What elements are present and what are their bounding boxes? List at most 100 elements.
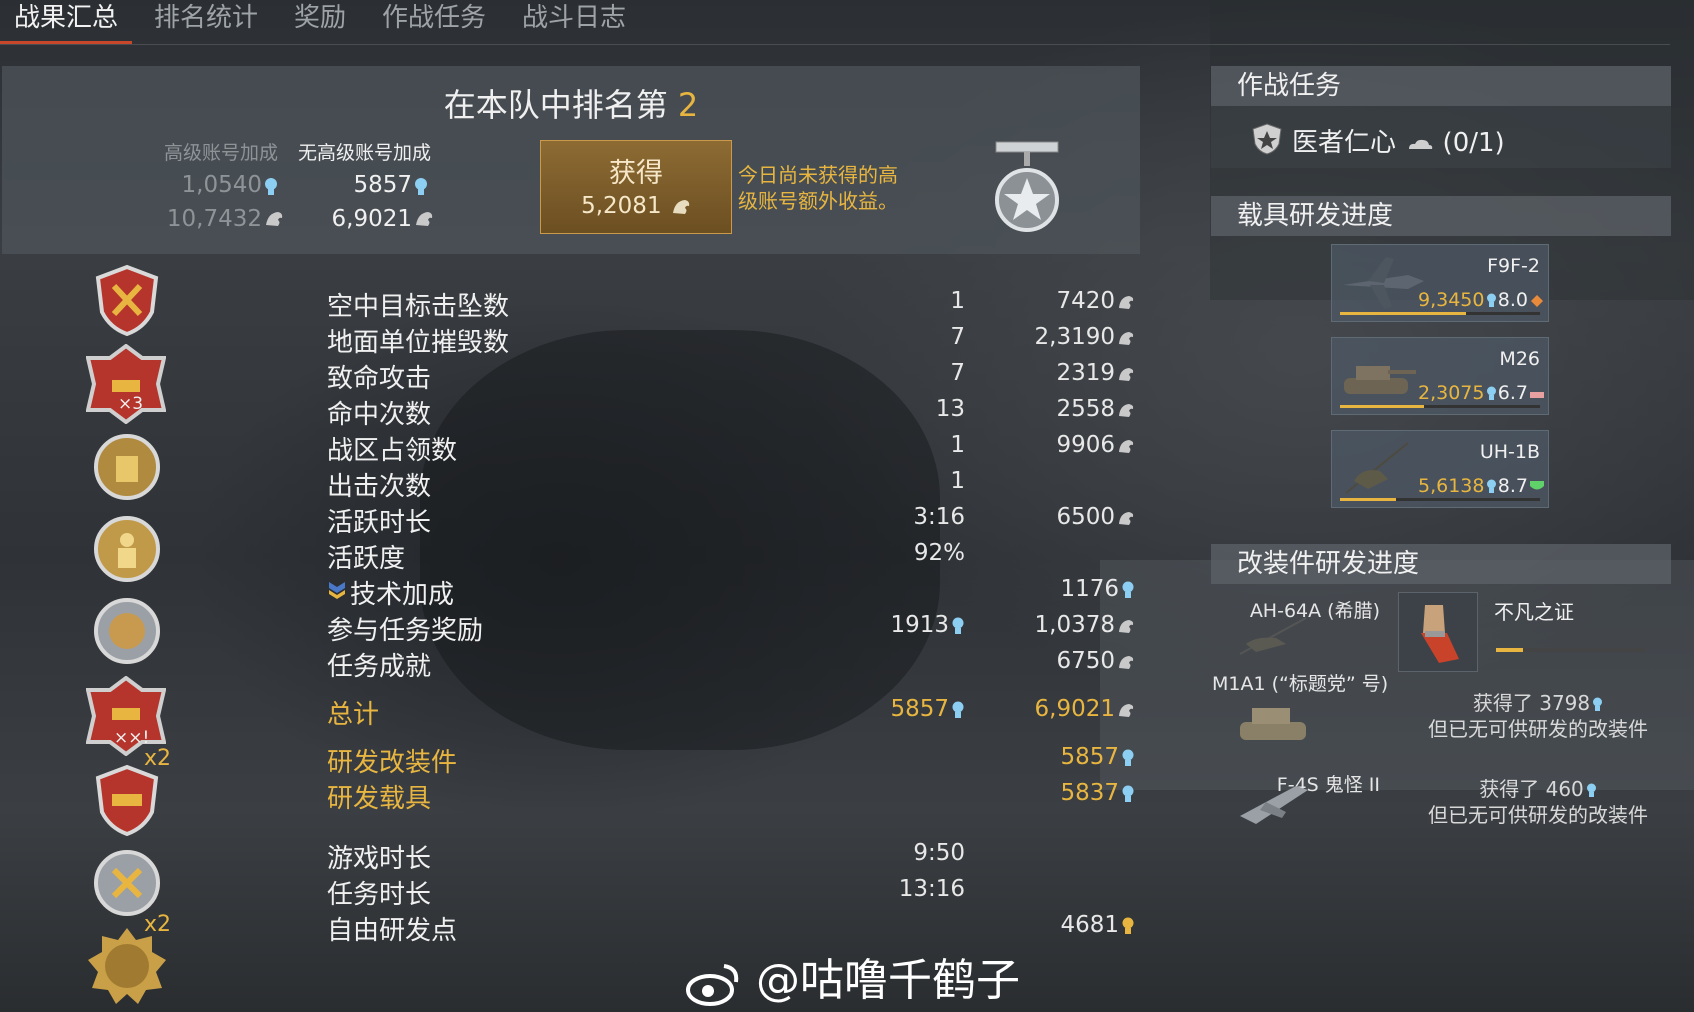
silver-lion-icon: [1119, 655, 1134, 669]
air-kill-medal-icon: [95, 264, 159, 336]
tab-summary[interactable]: 战果汇总: [0, 0, 133, 44]
mod-card[interactable]: [1398, 592, 1478, 672]
mod-name: 不凡之证: [1494, 600, 1574, 624]
vehicle-rp: 2,3075: [1418, 382, 1497, 404]
mission-medal-icon: [94, 598, 160, 664]
vehicle-progress-fill: [1340, 498, 1396, 501]
tab-rewards[interactable]: 奖励: [280, 0, 360, 44]
medal-multiplier: ×3: [118, 394, 144, 414]
obtain-premium-button[interactable]: 获得 5,2081: [540, 140, 732, 234]
vehicle-progress-bar: [1340, 498, 1540, 501]
time-value: 13:16: [898, 876, 965, 902]
capture-medal-icon: [94, 434, 160, 500]
stat-label: 致命攻击: [327, 364, 432, 394]
rp-bulb-icon: [415, 178, 427, 195]
stat-count: 1: [950, 432, 965, 458]
tab-battle-log[interactable]: 战斗日志: [508, 0, 640, 44]
helicopter-class-icon: [1530, 481, 1544, 490]
cloud-icon: [1409, 139, 1433, 149]
tank-icon: [1240, 708, 1306, 740]
rp-bulb-icon: [1593, 697, 1603, 711]
research-vehicle-value: 5837: [990, 780, 1135, 806]
silver-lion-icon: [1119, 619, 1134, 633]
time-label: 游戏时长: [327, 844, 432, 874]
free-rp-value: 4681: [990, 912, 1135, 938]
vehicle-br: 6.7: [1497, 382, 1528, 404]
rank-text: 在本队中排名第: [443, 86, 668, 124]
stat-reward: 6500: [990, 504, 1135, 530]
research-vehicle-label: 研发载具: [327, 784, 432, 814]
silver-lion-icon: [1119, 403, 1134, 417]
rp-bulb-icon: [1586, 783, 1596, 797]
stat-count: 3:16: [913, 504, 965, 530]
stat-label: 活跃度: [327, 544, 406, 574]
vehicle-br: 8.7: [1497, 475, 1528, 497]
vehicle-rp: 5,6138: [1418, 475, 1497, 497]
no-premium-sl: 6,9021: [331, 206, 412, 232]
silver-lion-icon: [1119, 703, 1134, 717]
premium-rp: 1,0540: [181, 172, 262, 198]
stat-label: 活跃时长: [327, 508, 432, 538]
rp-bulb-icon: [1487, 293, 1497, 307]
tab-missions[interactable]: 作战任务: [368, 0, 500, 44]
mods-title: 改装件研发进度: [1211, 544, 1671, 584]
jet-aircraft-icon: [1240, 786, 1308, 824]
watermark: @咕噜千鹤子: [682, 944, 1020, 1008]
vehicle-card-uh1b[interactable]: UH-1B 5,6138 8.7: [1331, 430, 1549, 508]
medal-multiplier: ××!: [114, 728, 150, 748]
stat-label: 地面单位摧毁数: [327, 328, 510, 358]
stat-reward: 6750: [990, 648, 1135, 674]
rp-bulb-icon: [952, 701, 964, 718]
stat-label: 空中目标击坠数: [327, 292, 510, 322]
mod-message-line: 但已无可供研发的改装件: [1428, 717, 1648, 741]
rank-medal-icon: [995, 141, 1059, 232]
mission-item[interactable]: 医者仁心 (0/1): [1292, 122, 1505, 159]
stat-label: 战区占领数: [327, 436, 458, 466]
stat-count: 7: [950, 360, 965, 386]
vehicle-card-f9f2[interactable]: F9F-2 9,3450 8.0: [1331, 244, 1549, 322]
stat-label: 任务成就: [327, 652, 432, 682]
stat-label: 技术加成: [350, 580, 455, 610]
mission-shield-icon: [1252, 123, 1282, 155]
stat-count: 1913: [820, 612, 965, 638]
stat-count: 1: [950, 288, 965, 314]
total-rp: 5857: [820, 696, 965, 722]
vehicle-progress-bar: [1340, 312, 1540, 315]
total-label: 总计: [327, 700, 380, 730]
tank-icon: [1344, 366, 1416, 394]
vehicle-name: M26: [1499, 348, 1540, 370]
stat-reward: 7420: [990, 288, 1135, 314]
mod-message-line: 获得了 3798: [1472, 691, 1591, 715]
tank-kill-medal-icon: [95, 764, 159, 836]
rp-bulb-icon: [265, 178, 277, 195]
vehicle-name: F9F-2: [1487, 255, 1540, 277]
rp-bulb-icon: [952, 617, 964, 634]
obtain-value: 5,2081: [541, 193, 731, 219]
vehicle-card-m26[interactable]: M26 2,3075 6.7: [1331, 337, 1549, 415]
weibo-logo-icon: [686, 964, 739, 1006]
mod-message-line: 获得了 460: [1479, 777, 1584, 801]
research-mods-label: 研发改装件: [327, 748, 458, 778]
activity-medal-icon: [94, 516, 160, 582]
rp-bulb-icon: [1487, 479, 1497, 493]
heavy-tank-class-icon: [1530, 392, 1544, 398]
stat-reward: 2558: [990, 396, 1135, 422]
mission-progress: (0/1): [1442, 128, 1505, 158]
time-label: 任务时长: [327, 880, 432, 910]
paint-brush-icon: [1421, 605, 1459, 663]
stat-count: 13: [935, 396, 965, 422]
team-rank: 在本队中排名第 2: [2, 80, 1140, 126]
vehicle-progress-bar: [1340, 405, 1540, 408]
free-rp-label: 自由研发点: [327, 916, 458, 946]
missions-title: 作战任务: [1211, 66, 1671, 106]
mod-message-line: 但已无可供研发的改装件: [1428, 803, 1648, 827]
research-mods-value: 5857: [990, 744, 1135, 770]
stat-label: 参与任务奖励: [327, 616, 484, 646]
silver-lion-icon: [1119, 367, 1134, 381]
vehicle-progress-fill: [1340, 405, 1424, 408]
rp-bulb-icon: [1122, 785, 1134, 802]
watermark-text: @咕噜千鹤子: [756, 955, 1020, 1006]
vehicles-title: 载具研发进度: [1211, 196, 1671, 236]
mod-message: 获得了 3798 但已无可供研发的改装件: [1418, 690, 1658, 742]
tab-ranking[interactable]: 排名统计: [140, 0, 272, 44]
